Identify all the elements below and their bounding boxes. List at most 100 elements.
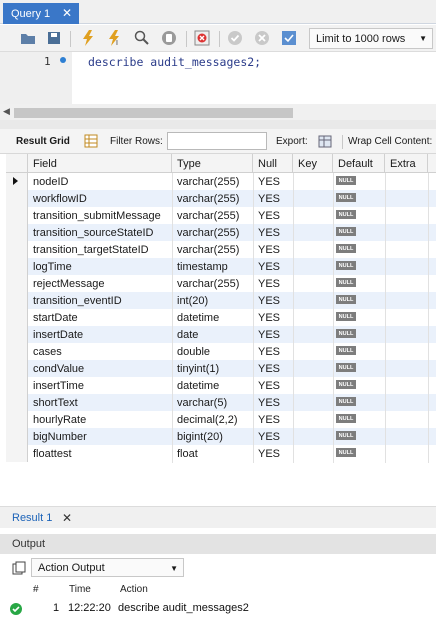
execute-icon[interactable] (79, 29, 97, 47)
cell-extra[interactable] (386, 241, 390, 258)
row-selector[interactable] (6, 309, 28, 326)
cell-field[interactable]: transition_eventID (29, 292, 122, 309)
cell-type[interactable]: datetime (173, 309, 219, 326)
sql-code[interactable]: describe audit_messages2; (88, 55, 261, 69)
table-row[interactable]: hourlyRate decimal(2,2) YES NULL (6, 411, 436, 428)
table-row[interactable]: transition_sourceStateID varchar(255) YES N… (6, 224, 436, 241)
cell-extra[interactable] (386, 258, 390, 275)
row-selector[interactable] (6, 258, 28, 275)
cell-extra[interactable] (386, 326, 390, 343)
cell-extra[interactable] (386, 377, 390, 394)
limit-rows-select[interactable]: Limit to 1000 rows ▼ (309, 28, 433, 49)
cell-default-null-badge[interactable]: NULL (336, 295, 356, 304)
cell-default-null-badge[interactable]: NULL (336, 261, 356, 270)
table-row[interactable]: workflowID varchar(255) YES NULL (6, 190, 436, 207)
cell-null[interactable]: YES (254, 173, 280, 190)
cell-null[interactable]: YES (254, 207, 280, 224)
cell-key[interactable] (294, 309, 298, 326)
row-selector[interactable] (6, 411, 28, 428)
row-selector[interactable] (6, 292, 28, 309)
toggle-error-icon[interactable] (193, 29, 211, 47)
table-row[interactable]: insertTime datetime YES NULL (6, 377, 436, 394)
export-icon[interactable] (317, 132, 335, 150)
explain-icon[interactable] (133, 29, 151, 47)
table-row[interactable]: bigNumber bigint(20) YES NULL (6, 428, 436, 445)
column-header-default[interactable]: Default (333, 154, 385, 173)
cell-key[interactable] (294, 360, 298, 377)
filter-rows-input[interactable] (167, 132, 267, 150)
cell-null[interactable]: YES (254, 377, 280, 394)
tab-query-1[interactable]: Query 1 ✕ (3, 3, 79, 24)
cell-key[interactable] (294, 326, 298, 343)
cell-field[interactable]: insertDate (29, 326, 83, 343)
cell-key[interactable] (294, 207, 298, 224)
cell-type[interactable]: float (173, 445, 198, 462)
cell-default-null-badge[interactable]: NULL (336, 431, 356, 440)
cell-field[interactable]: floattest (29, 445, 72, 462)
output-header-time[interactable]: Time (69, 584, 91, 595)
cell-default-null-badge[interactable]: NULL (336, 227, 356, 236)
cell-default-null-badge[interactable]: NULL (336, 210, 356, 219)
folder-icon[interactable] (19, 29, 37, 47)
table-row[interactable]: condValue tinyint(1) YES NULL (6, 360, 436, 377)
cell-type[interactable]: bigint(20) (173, 428, 223, 445)
result-grid-button[interactable]: Result Grid (16, 136, 70, 147)
cell-key[interactable] (294, 224, 298, 241)
cell-extra[interactable] (386, 445, 390, 462)
cell-key[interactable] (294, 445, 298, 462)
cell-type[interactable]: varchar(255) (173, 190, 239, 207)
cell-default-null-badge[interactable]: NULL (336, 380, 356, 389)
cell-field[interactable]: workflowID (29, 190, 87, 207)
cell-default-null-badge[interactable]: NULL (336, 312, 356, 321)
grid-layout-icon[interactable] (82, 132, 100, 150)
cell-key[interactable] (294, 241, 298, 258)
cell-null[interactable]: YES (254, 411, 280, 428)
cell-key[interactable] (294, 343, 298, 360)
cell-field[interactable]: condValue (29, 360, 84, 377)
cell-type[interactable]: varchar(5) (173, 394, 227, 411)
cell-type[interactable]: tinyint(1) (173, 360, 219, 377)
cell-default-null-badge[interactable]: NULL (336, 346, 356, 355)
column-header-null[interactable]: Null (253, 154, 293, 173)
row-selector[interactable] (6, 207, 28, 224)
cell-extra[interactable] (386, 224, 390, 241)
cell-extra[interactable] (386, 394, 390, 411)
cell-type[interactable]: varchar(255) (173, 275, 239, 292)
output-mode-select[interactable]: Action Output ▼ (31, 558, 184, 577)
cell-field[interactable]: rejectMessage (29, 275, 105, 292)
row-selector[interactable] (6, 377, 28, 394)
table-row[interactable]: logTime timestamp YES NULL (6, 258, 436, 275)
cell-field[interactable]: startDate (29, 309, 78, 326)
cell-field[interactable]: transition_targetStateID (29, 241, 149, 258)
cell-extra[interactable] (386, 207, 390, 224)
column-header-type[interactable]: Type (172, 154, 253, 173)
cell-field[interactable]: cases (29, 343, 62, 360)
cell-key[interactable] (294, 173, 298, 190)
cell-extra[interactable] (386, 360, 390, 377)
cell-key[interactable] (294, 377, 298, 394)
cell-extra[interactable] (386, 309, 390, 326)
cell-extra[interactable] (386, 292, 390, 309)
row-selector[interactable] (6, 173, 28, 190)
cell-null[interactable]: YES (254, 224, 280, 241)
cell-extra[interactable] (386, 275, 390, 292)
cell-key[interactable] (294, 275, 298, 292)
table-row[interactable]: shortText varchar(5) YES NULL (6, 394, 436, 411)
cell-key[interactable] (294, 394, 298, 411)
cell-type[interactable]: date (173, 326, 198, 343)
cell-default-null-badge[interactable]: NULL (336, 397, 356, 406)
cell-type[interactable]: varchar(255) (173, 224, 239, 241)
close-icon[interactable]: ✕ (62, 6, 72, 20)
cell-extra[interactable] (386, 428, 390, 445)
splitter[interactable] (0, 120, 436, 129)
close-icon[interactable]: ✕ (62, 511, 72, 525)
cell-null[interactable]: YES (254, 275, 280, 292)
cell-extra[interactable] (386, 190, 390, 207)
cell-null[interactable]: YES (254, 258, 280, 275)
row-selector[interactable] (6, 343, 28, 360)
column-header-key[interactable]: Key (293, 154, 333, 173)
cell-field[interactable]: logTime (29, 258, 72, 275)
output-header-num[interactable]: # (33, 584, 39, 595)
save-icon[interactable] (45, 29, 63, 47)
table-row[interactable]: startDate datetime YES NULL (6, 309, 436, 326)
